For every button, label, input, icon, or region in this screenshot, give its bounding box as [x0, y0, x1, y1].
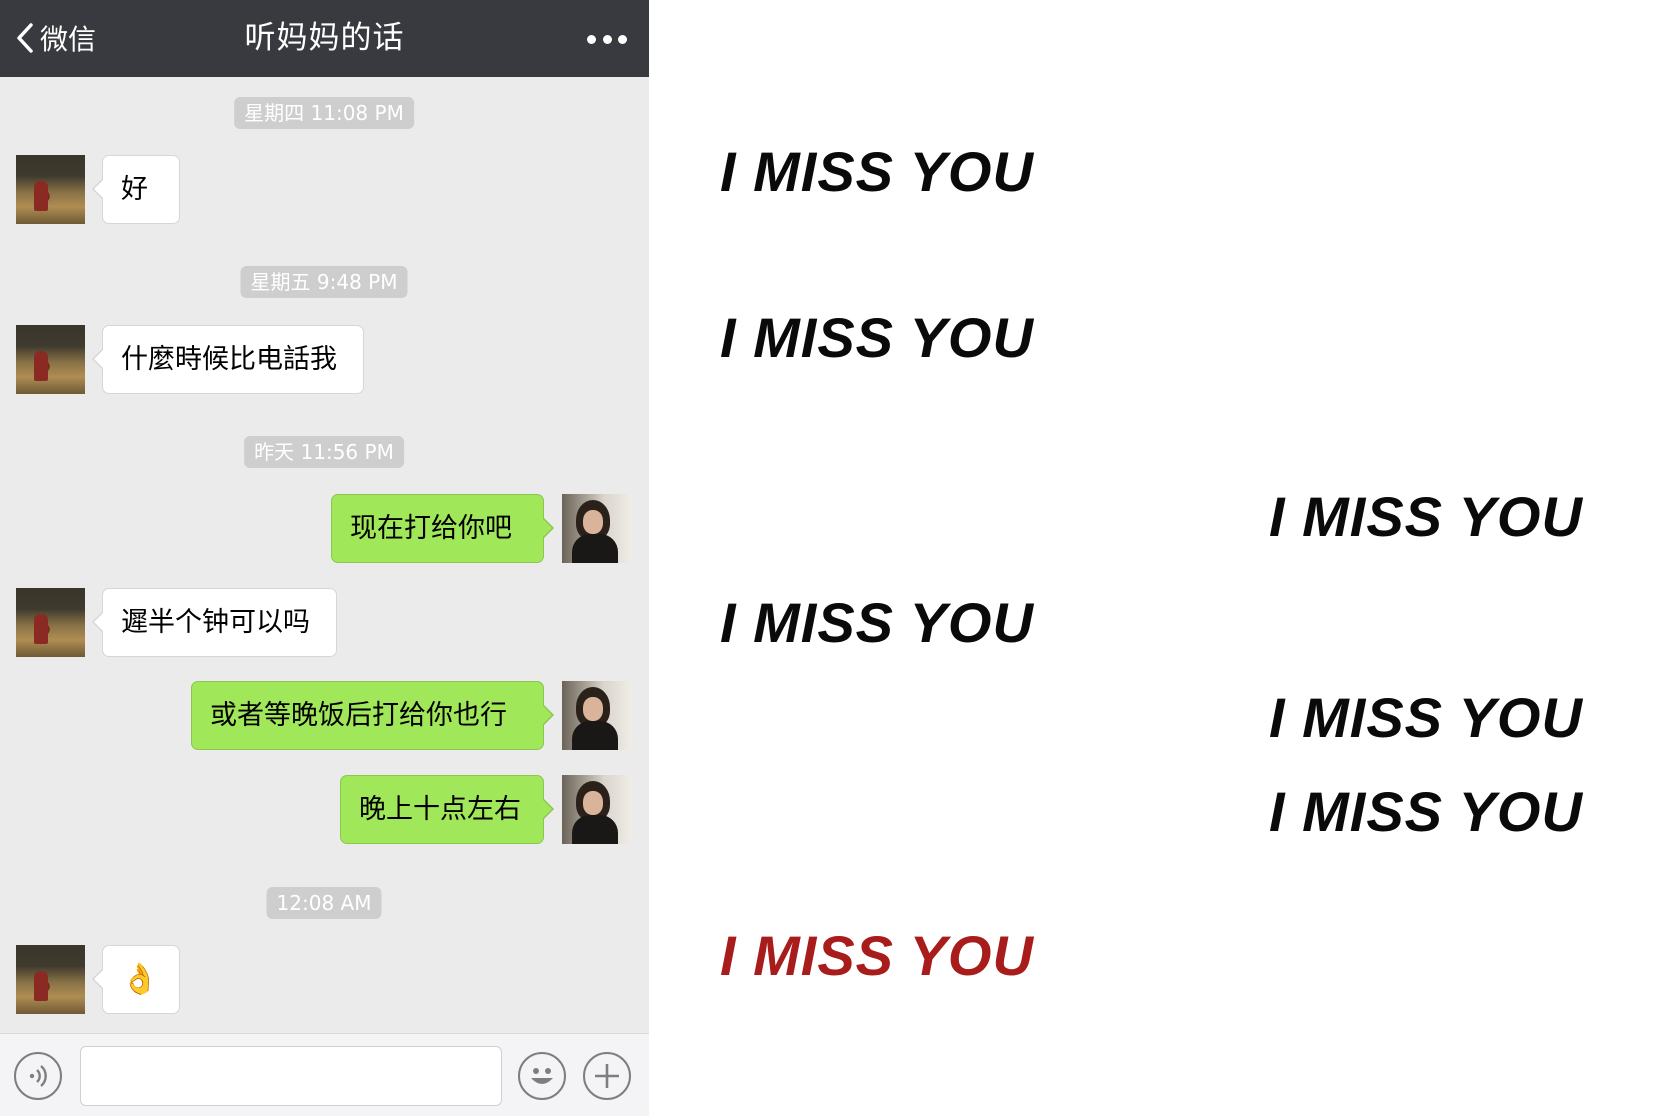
emoji-button[interactable] — [518, 1052, 566, 1100]
avatar-contact[interactable] — [16, 155, 85, 224]
poster-text-line: I MISS YOU — [1269, 686, 1583, 749]
voice-icon — [29, 1065, 47, 1087]
poster-text-line-accent: I MISS YOU — [720, 924, 1034, 987]
avatar-contact[interactable] — [16, 588, 85, 657]
chat-input-bar — [0, 1033, 649, 1116]
avatar-face — [583, 697, 603, 721]
wechat-chat-screen: 微信 听妈妈的话 星期四 11:08 PM 好 星期五 9:48 PM 什麼時候… — [0, 0, 649, 1116]
timestamp: 星期四 11:08 PM — [234, 97, 414, 129]
emoji-icon — [531, 1068, 553, 1084]
avatar-self[interactable] — [562, 681, 631, 750]
poster-text-line: I MISS YOU — [1269, 485, 1583, 548]
avatar-contact[interactable] — [16, 945, 85, 1014]
poster-text-line: I MISS YOU — [1269, 780, 1583, 843]
add-button[interactable] — [583, 1052, 631, 1100]
incoming-message[interactable]: 遲半个钟可以吗 — [92, 588, 337, 657]
outgoing-message[interactable]: 现在打给你吧 — [331, 494, 554, 563]
navigation-bar: 微信 听妈妈的话 — [0, 0, 649, 77]
timestamp: 昨天 11:56 PM — [244, 436, 404, 468]
timestamp: 12:08 AM — [266, 887, 382, 919]
more-dot — [618, 34, 627, 44]
incoming-message[interactable]: 什麼時候比电話我 — [92, 325, 364, 394]
voice-button[interactable] — [14, 1052, 62, 1100]
more-button[interactable] — [587, 30, 627, 48]
poster-text-line: I MISS YOU — [720, 140, 1034, 203]
avatar-face — [583, 791, 603, 815]
outgoing-message[interactable]: 或者等晚饭后打给你也行 — [191, 681, 554, 750]
poster-text-line: I MISS YOU — [720, 306, 1034, 369]
more-dots-icon — [587, 34, 596, 44]
plus-icon — [595, 1064, 619, 1088]
timestamp: 星期五 9:48 PM — [240, 266, 408, 298]
avatar-self[interactable] — [562, 494, 631, 563]
incoming-message[interactable]: 好 — [92, 155, 180, 224]
poster-text-line: I MISS YOU — [720, 591, 1034, 654]
avatar-contact[interactable] — [16, 325, 85, 394]
more-dot — [602, 34, 612, 44]
chat-title: 听妈妈的话 — [244, 20, 405, 56]
message-input[interactable] — [80, 1046, 502, 1106]
outgoing-message[interactable]: 晚上十点左右 — [340, 775, 554, 844]
incoming-message-emoji[interactable]: 👌 — [92, 945, 180, 1014]
avatar-face — [583, 510, 603, 534]
avatar-self[interactable] — [562, 775, 631, 844]
